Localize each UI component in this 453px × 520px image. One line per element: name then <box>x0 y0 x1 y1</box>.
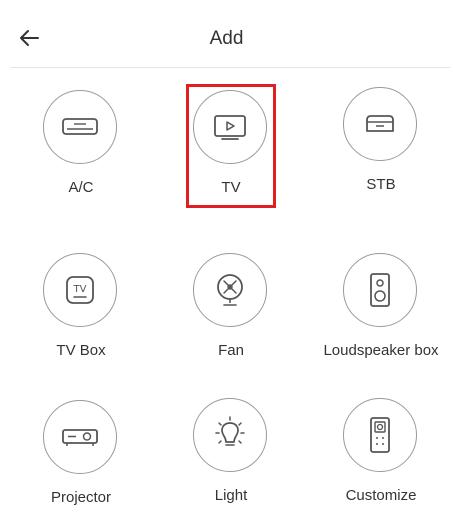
speaker-icon <box>370 273 390 307</box>
device-tile-ac[interactable]: A/C <box>11 90 151 210</box>
tv-box-icon: TV <box>66 276 94 304</box>
icon-circle <box>193 398 267 472</box>
light-bulb-icon <box>215 416 245 446</box>
device-label: Fan <box>218 342 244 359</box>
device-label: Light <box>214 487 248 504</box>
icon-circle <box>43 90 117 164</box>
set-top-box-icon <box>366 115 394 132</box>
device-tile-fan[interactable]: Fan <box>161 253 301 373</box>
icon-circle <box>343 87 417 161</box>
svg-text:TV: TV <box>73 284 87 295</box>
icon-circle: TV <box>43 253 117 327</box>
device-label: A/C <box>68 179 94 196</box>
fan-icon <box>217 274 243 306</box>
device-tile-projector[interactable]: Projector <box>11 400 151 520</box>
icon-circle <box>43 400 117 474</box>
remote-icon <box>370 417 390 453</box>
device-tile-stb[interactable]: STB <box>311 87 451 207</box>
device-tile-tv-box[interactable]: TV TV Box <box>11 253 151 373</box>
icon-circle <box>343 398 417 472</box>
air-conditioner-icon <box>62 118 98 135</box>
device-tile-customize[interactable]: Customize <box>311 398 451 518</box>
device-label: Projector <box>50 489 112 506</box>
device-label: TV Box <box>56 342 106 359</box>
header-divider <box>10 67 450 68</box>
selection-highlight <box>186 84 276 208</box>
device-label: Loudspeaker box <box>323 342 439 359</box>
device-label: Customize <box>345 487 417 504</box>
app-header: Add <box>0 0 453 68</box>
page-title: Add <box>209 28 244 49</box>
icon-circle <box>193 253 267 327</box>
device-tile-loudspeaker[interactable]: Loudspeaker box <box>311 253 451 373</box>
icon-circle <box>343 253 417 327</box>
device-tile-light[interactable]: Light <box>161 398 301 518</box>
projector-icon <box>62 429 98 446</box>
device-label: STB <box>366 176 396 193</box>
